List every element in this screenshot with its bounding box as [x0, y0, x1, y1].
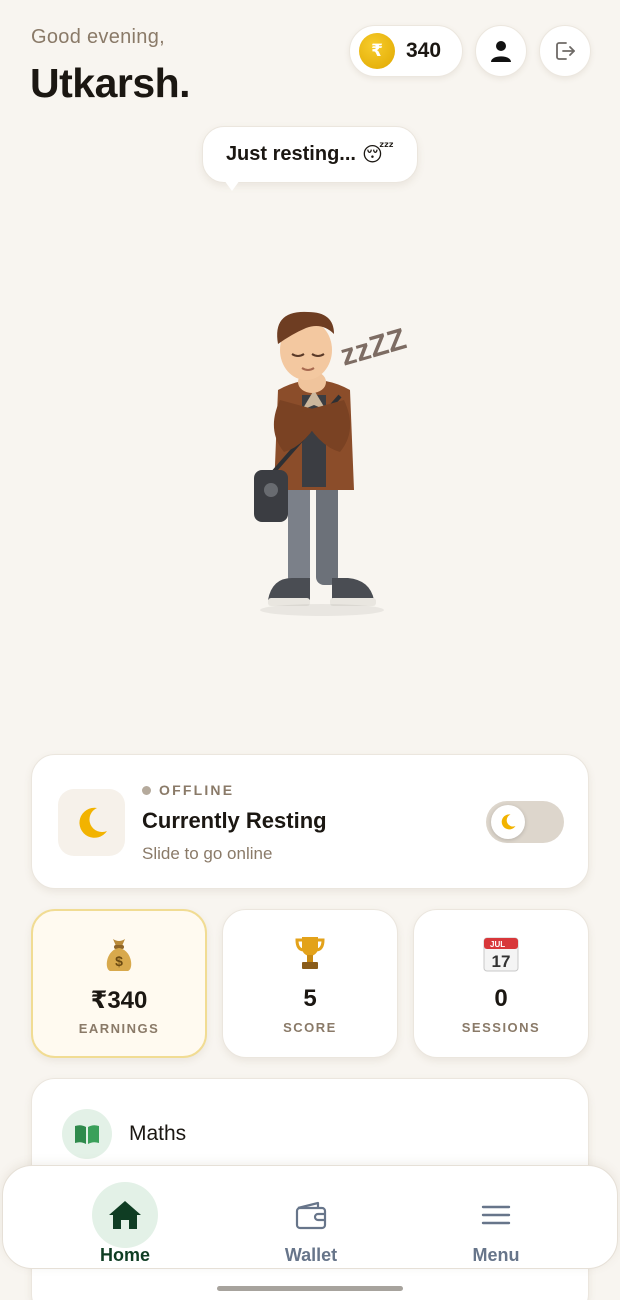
profile-button[interactable]	[475, 25, 527, 77]
svg-text:$: $	[115, 953, 123, 969]
trophy-icon	[295, 937, 325, 969]
moon-icon	[501, 814, 516, 830]
toggle-knob[interactable]	[491, 805, 525, 839]
earnings-label: EARNINGS	[78, 1021, 160, 1036]
snore-text: zzZZ	[337, 323, 410, 373]
moon-icon	[78, 807, 107, 838]
earnings-value: ₹340	[90, 987, 148, 1014]
rupee-coin-icon: ₹	[359, 33, 395, 69]
earnings-card[interactable]: $ ₹340 EARNINGS	[31, 909, 207, 1058]
nav-wallet[interactable]: Wallet	[231, 1166, 391, 1270]
score-label: SCORE	[283, 1020, 337, 1035]
coin-balance[interactable]: ₹ 340	[349, 25, 463, 77]
calendar-icon: JUL 17	[483, 937, 519, 972]
moon-tile	[58, 789, 125, 856]
nav-home-label: Home	[99, 1245, 150, 1265]
book-icon	[75, 1125, 99, 1144]
home-icon	[109, 1201, 141, 1229]
speech-text: Just resting...	[225, 143, 356, 165]
score-card[interactable]: 5 SCORE	[222, 909, 398, 1058]
greeting-text: Good evening,	[31, 26, 165, 48]
user-name: Utkarsh.	[30, 60, 191, 106]
score-value: 5	[303, 985, 317, 1012]
status-title: Currently Resting	[142, 808, 327, 833]
calendar-month: JUL	[490, 940, 505, 949]
sessions-card[interactable]: JUL 17 0 SESSIONS	[413, 909, 589, 1058]
menu-icon	[481, 1205, 511, 1225]
speech-bubble: Just resting... 😴	[202, 126, 418, 183]
nav-home[interactable]: Home	[45, 1166, 205, 1270]
calendar-day: 17	[492, 952, 511, 971]
sessions-value: 0	[494, 985, 508, 1012]
logout-icon	[556, 42, 575, 60]
logout-button[interactable]	[539, 25, 591, 77]
sleeping-mascot-illustration: zzZZ	[254, 311, 410, 616]
availability-card: OFFLINE Currently Resting Slide to go on…	[31, 754, 589, 889]
speech-bubble-tail	[224, 180, 240, 191]
status-subtitle: Slide to go online	[142, 844, 273, 863]
coin-value: 340	[406, 39, 442, 62]
nav-wallet-label: Wallet	[284, 1245, 338, 1265]
nav-menu-label: Menu	[472, 1245, 520, 1265]
sleeping-face-icon: 😴	[361, 144, 395, 166]
wallet-icon	[295, 1201, 327, 1230]
online-toggle[interactable]	[486, 801, 564, 843]
bottom-navigation: Home Wallet Menu	[2, 1165, 618, 1269]
status-indicator-label: OFFLINE	[159, 782, 235, 798]
person-icon	[491, 41, 511, 62]
money-bag-icon: $	[106, 939, 132, 971]
nav-menu[interactable]: Menu	[416, 1166, 576, 1270]
status-dot	[142, 786, 151, 795]
home-indicator[interactable]	[217, 1286, 403, 1291]
subject-item-maths[interactable]: Maths	[129, 1122, 186, 1146]
sessions-label: SESSIONS	[461, 1020, 541, 1035]
